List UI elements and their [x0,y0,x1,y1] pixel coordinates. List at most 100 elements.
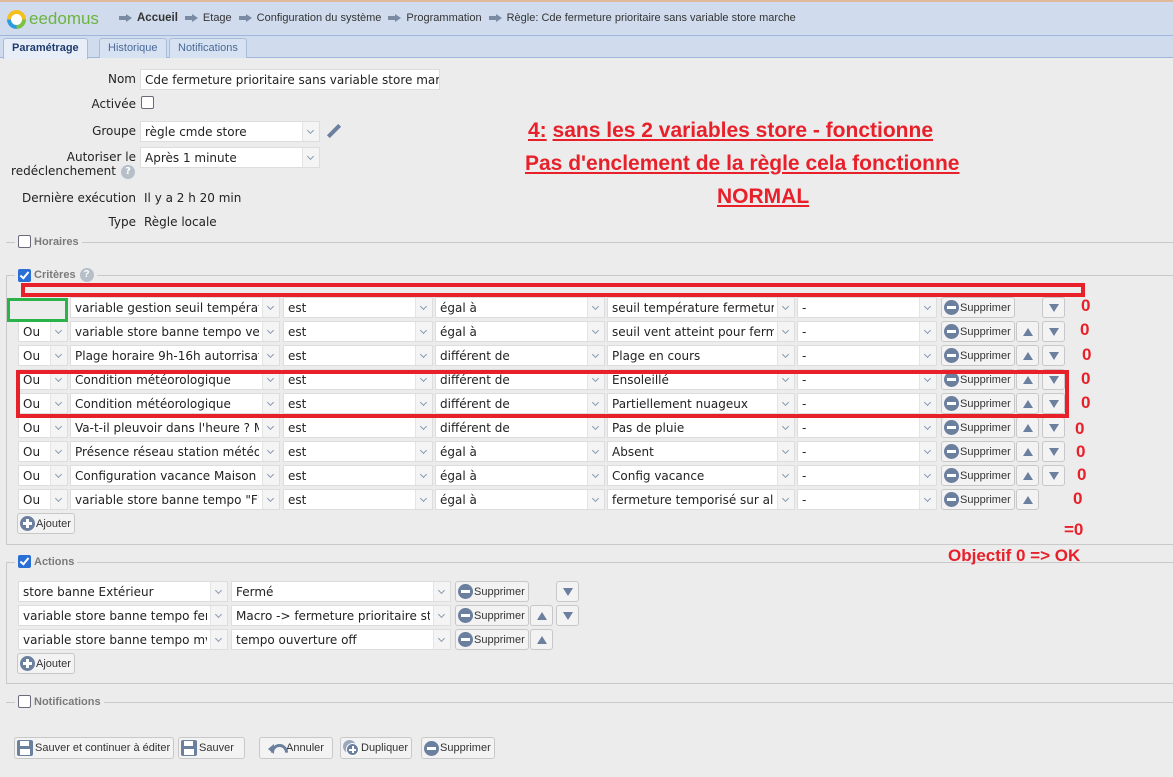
save-button[interactable]: Sauver [178,737,245,759]
criteria-logic-select[interactable]: Ou [18,417,68,438]
delete-criteria-button[interactable]: Supprimer [941,321,1015,342]
notifications-checkbox[interactable] [18,695,31,708]
move-down-button[interactable] [556,581,579,602]
criteria-op-select[interactable]: est [283,345,433,366]
actions-checkbox[interactable] [18,555,31,568]
criteria-value-select[interactable]: seuil vent atteint pour fermet [607,321,795,342]
criteria-cmp-select[interactable]: égal à [435,465,605,486]
actions-legend[interactable]: Actions [15,555,78,568]
edit-pencil-icon[interactable] [324,122,342,138]
nom-input[interactable]: Cde fermeture prioritaire sans variable … [140,69,440,90]
criteria-device-select[interactable]: Va-t-il pleuvoir dans l'heure ? Méte [70,417,280,438]
tab-historique[interactable]: Historique [99,38,167,58]
criteria-extra-select[interactable]: - [797,465,937,486]
notifications-legend[interactable]: Notifications [15,695,104,708]
criteria-op-select[interactable]: est [283,321,433,342]
criteria-value-select[interactable]: fermeture temporisé sur alarm [607,489,795,510]
criteria-value-select[interactable]: seuil température fermeture s [607,297,795,318]
action-device-select[interactable]: store banne Extérieur [18,581,228,602]
criteres-legend[interactable]: Critères ? [15,268,97,282]
criteria-cmp-select[interactable]: égal à [435,297,605,318]
action-device-select[interactable]: variable store banne tempo ferme [18,605,228,626]
delete-criteria-button[interactable]: Supprimer [941,441,1015,462]
autoriser-select[interactable]: Après 1 minute [140,147,320,168]
criteria-value-select[interactable]: Plage en cours [607,345,795,366]
delete-criteria-button[interactable]: Supprimer [941,297,1015,318]
move-up-button[interactable] [1016,465,1039,486]
criteria-value-select[interactable]: Config vacance [607,465,795,486]
criteria-logic-select[interactable]: Ou [18,345,68,366]
breadcrumb-item-etage[interactable]: Etage [184,12,232,24]
move-up-button[interactable] [1016,321,1039,342]
action-device-select[interactable]: variable store banne tempo mvt o [18,629,228,650]
criteria-cmp-select[interactable]: différent de [435,345,605,366]
criteria-device-select[interactable]: variable gestion seuil température [70,297,280,318]
criteria-extra-select[interactable]: - [797,297,937,318]
delete-action-button[interactable]: Supprimer [455,629,529,650]
delete-rule-button[interactable]: Supprimer [421,737,495,759]
delete-criteria-button[interactable]: Supprimer [941,345,1015,366]
move-up-button[interactable] [1016,441,1039,462]
action-value-select[interactable]: tempo ouverture off [231,629,451,650]
activee-checkbox[interactable] [141,96,154,109]
criteria-extra-select[interactable]: - [797,417,937,438]
delete-action-button[interactable]: Supprimer [455,581,529,602]
criteria-extra-select[interactable]: - [797,441,937,462]
delete-criteria-button[interactable]: Supprimer [941,489,1015,510]
delete-criteria-button[interactable]: Supprimer [941,465,1015,486]
criteria-device-select[interactable]: Présence réseau station météo [70,441,280,462]
breadcrumb-item-programmation[interactable]: Programmation [388,12,482,24]
add-action-button[interactable]: Ajouter [17,653,75,674]
move-up-button[interactable] [1016,345,1039,366]
criteria-device-select[interactable]: variable store banne tempo "F" su [70,489,280,510]
move-down-button[interactable] [1042,417,1065,438]
add-criteria-button[interactable]: Ajouter [17,513,75,534]
criteria-op-select[interactable]: est [283,465,433,486]
criteria-logic-select[interactable]: Ou [18,465,68,486]
move-down-button[interactable] [1042,321,1065,342]
duplicate-button[interactable]: Dupliquer [340,737,413,759]
move-up-button[interactable] [530,605,553,626]
breadcrumb-item-accueil[interactable]: Accueil [119,12,178,24]
criteria-value-select[interactable]: Pas de pluie [607,417,795,438]
move-up-button[interactable] [1016,489,1039,510]
criteria-cmp-select[interactable]: égal à [435,441,605,462]
groupe-select[interactable]: règle cmde store [140,121,320,142]
move-down-button[interactable] [1042,345,1065,366]
help-icon[interactable]: ? [121,165,135,179]
criteria-logic-select[interactable]: Ou [18,441,68,462]
move-down-button[interactable] [1042,465,1065,486]
criteria-op-select[interactable]: est [283,441,433,462]
tab-parametrage[interactable]: Paramétrage [3,38,88,59]
delete-criteria-button[interactable]: Supprimer [941,417,1015,438]
move-down-button[interactable] [1042,441,1065,462]
criteria-cmp-select[interactable]: égal à [435,321,605,342]
move-up-button[interactable] [530,629,553,650]
tab-notifications[interactable]: Notifications [169,38,247,58]
criteria-cmp-select[interactable]: différent de [435,417,605,438]
cancel-button[interactable]: Annuler [259,737,333,759]
criteria-op-select[interactable]: est [283,489,433,510]
delete-action-button[interactable]: Supprimer [455,605,529,626]
breadcrumb-item-configuration[interactable]: Configuration du système [238,12,381,24]
criteria-device-select[interactable]: Configuration vacance Maison [70,465,280,486]
criteria-extra-select[interactable]: - [797,345,937,366]
move-up-button[interactable] [1016,417,1039,438]
action-value-select[interactable]: Fermé [231,581,451,602]
criteres-checkbox[interactable] [18,268,31,282]
help-icon[interactable]: ? [79,268,94,282]
criteria-device-select[interactable]: variable store banne tempo vent f [70,321,280,342]
criteria-op-select[interactable]: est [283,417,433,438]
criteria-logic-select[interactable]: Ou [18,321,68,342]
criteria-value-select[interactable]: Absent [607,441,795,462]
action-value-select[interactable]: Macro -> fermeture prioritaire store [231,605,451,626]
criteria-logic-select[interactable]: Ou [18,489,68,510]
move-down-button[interactable] [1042,297,1065,318]
criteria-extra-select[interactable]: - [797,489,937,510]
logo[interactable]: eedomus [7,9,99,29]
horaires-legend[interactable]: Horaires [15,235,82,248]
save-continue-button[interactable]: Sauver et continuer à éditer [14,737,175,759]
criteria-cmp-select[interactable]: égal à [435,489,605,510]
criteria-device-select[interactable]: Plage horaire 9h-16h autorrisation [70,345,280,366]
move-down-button[interactable] [556,605,579,626]
